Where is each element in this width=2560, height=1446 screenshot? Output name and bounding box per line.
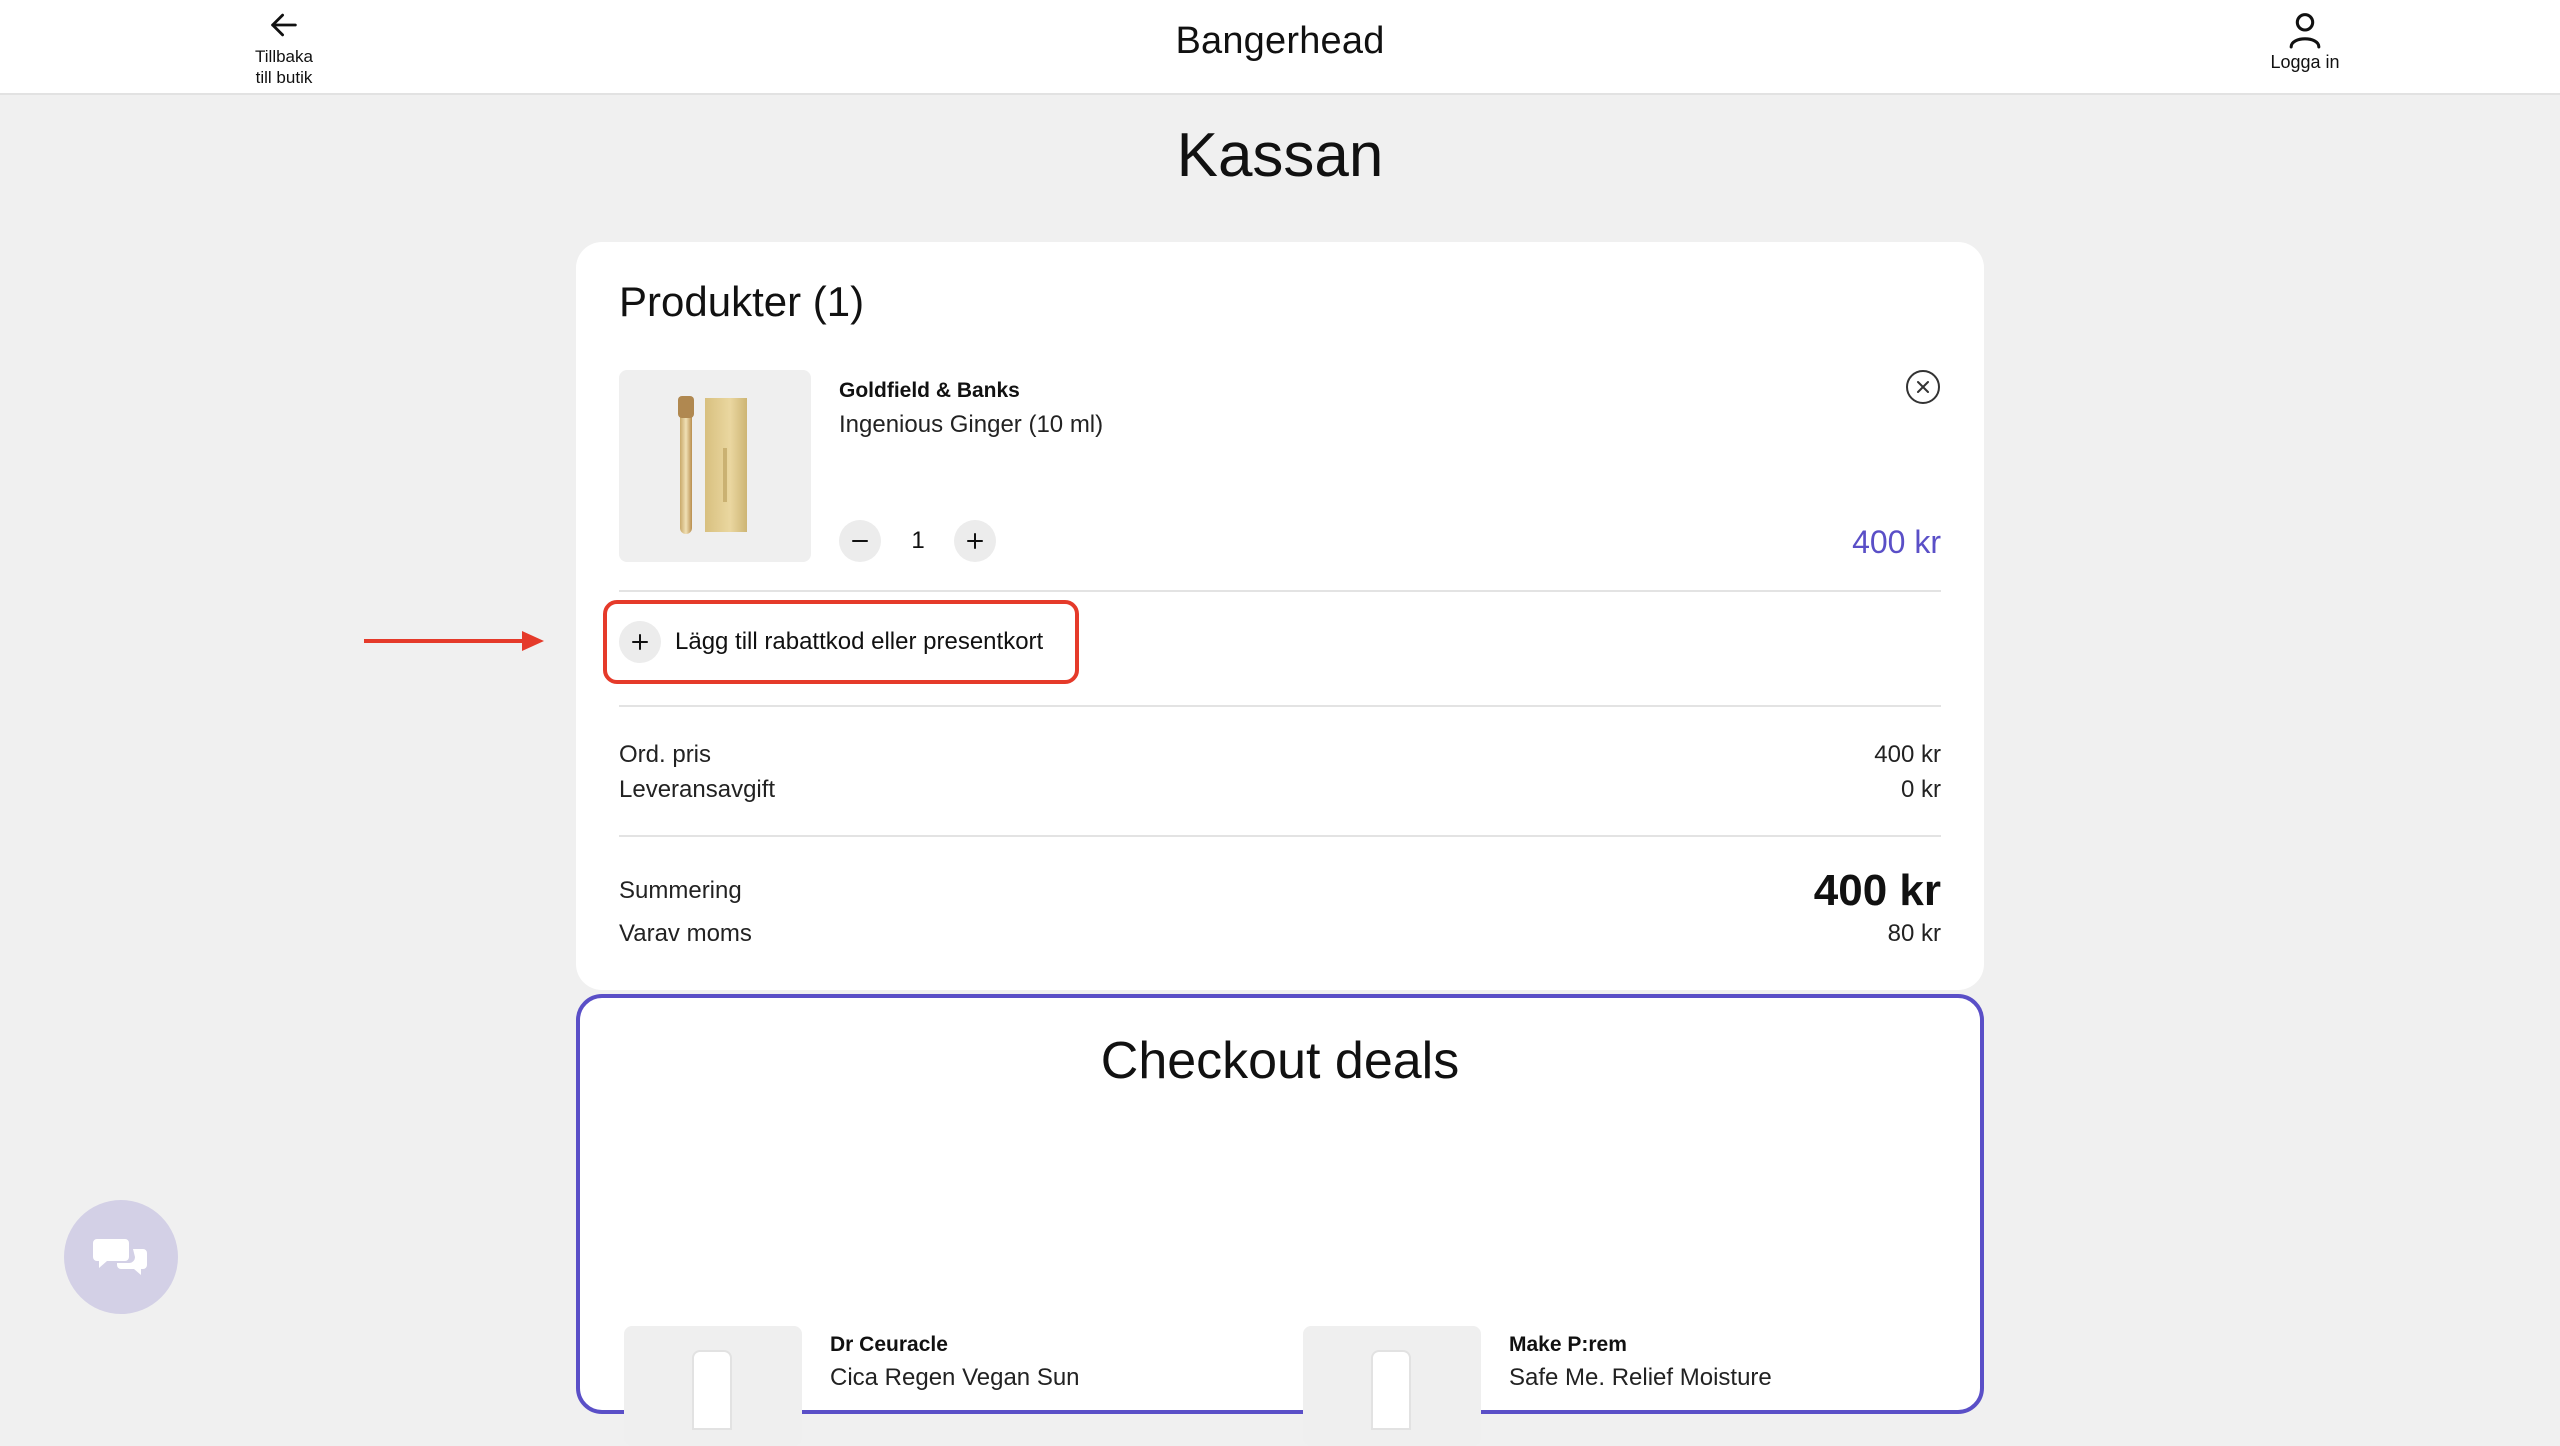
- checkout-deals-card: Checkout deals Dr Ceuracle Cica Regen Ve…: [576, 994, 1984, 1446]
- arrow-left-icon: [271, 13, 297, 37]
- plus-icon: [632, 634, 648, 650]
- deal-bottle: [692, 1350, 732, 1430]
- ord-pris-value: 400 kr: [1874, 741, 1941, 768]
- cart-title: Produkter (1): [619, 278, 865, 325]
- chat-bubbles-icon: [93, 1239, 147, 1275]
- deal-image[interactable]: [624, 1326, 802, 1446]
- vat-label: Varav moms: [619, 920, 752, 947]
- deal-image[interactable]: [1303, 1326, 1481, 1446]
- deal-bottle: [1371, 1350, 1411, 1430]
- delivery-fee-value: 0 kr: [1900, 776, 1941, 803]
- divider: [619, 835, 1941, 837]
- back-label-line2: till butik: [255, 68, 313, 87]
- total-value: 400 kr: [1813, 866, 1941, 915]
- deals-title: Checkout deals: [1100, 1032, 1460, 1090]
- login-label: Logga in: [2270, 52, 2340, 72]
- add-discount-code-button[interactable]: Lägg till rabattkod eller presentkort: [603, 600, 1079, 684]
- login-button[interactable]: Logga in: [2250, 10, 2360, 84]
- chat-button[interactable]: [64, 1200, 178, 1314]
- annotation-arrow-icon: [364, 631, 544, 651]
- delivery-fee-label: Leveransavgift: [619, 776, 776, 803]
- deal-brand[interactable]: Make P:rem: [1509, 1330, 1627, 1360]
- top-header: Tillbaka till butik Bangerhead Logga in: [0, 0, 2560, 95]
- product-box-label: [723, 448, 727, 502]
- product-brand[interactable]: Goldfield & Banks: [839, 376, 1020, 406]
- vat-value: 80 kr: [1887, 920, 1941, 947]
- discount-label: Lägg till rabattkod eller presentkort: [675, 628, 1044, 655]
- minus-icon: [852, 540, 868, 542]
- back-label-line1: Tillbaka: [255, 47, 313, 66]
- remove-item-button[interactable]: [1906, 370, 1940, 404]
- user-icon: [2289, 13, 2321, 49]
- product-image[interactable]: [619, 370, 811, 562]
- quantity-value: 1: [911, 527, 925, 554]
- item-price: 400 kr: [1852, 524, 1941, 560]
- back-label: Tillbaka till butik: [229, 46, 339, 88]
- decrease-quantity-button[interactable]: [839, 520, 881, 562]
- total-label: Summering: [619, 877, 742, 904]
- deal-brand[interactable]: Dr Ceuracle: [830, 1330, 948, 1360]
- page-title: Kassan: [1176, 121, 1384, 190]
- product-name[interactable]: Ingenious Ginger (10 ml): [839, 408, 1103, 442]
- product-vial: [680, 400, 692, 534]
- ord-pris-label: Ord. pris: [619, 741, 712, 768]
- product-vial-cap: [678, 396, 694, 418]
- back-to-store-button[interactable]: Tillbaka till butik: [232, 6, 336, 90]
- increase-quantity-button[interactable]: [954, 520, 996, 562]
- divider: [619, 705, 1941, 707]
- brand-logo[interactable]: Bangerhead: [1080, 14, 1480, 68]
- close-icon: [1917, 381, 1929, 393]
- plus-icon: [967, 533, 983, 549]
- divider: [619, 590, 1941, 592]
- discount-plus-button: [619, 621, 661, 663]
- deal-name[interactable]: Cica Regen Vegan Sun: [830, 1362, 1080, 1394]
- deal-name[interactable]: Safe Me. Relief Moisture: [1509, 1362, 1772, 1394]
- cart-card: Produkter (1) Goldfield & Banks Ingeniou…: [576, 242, 1984, 990]
